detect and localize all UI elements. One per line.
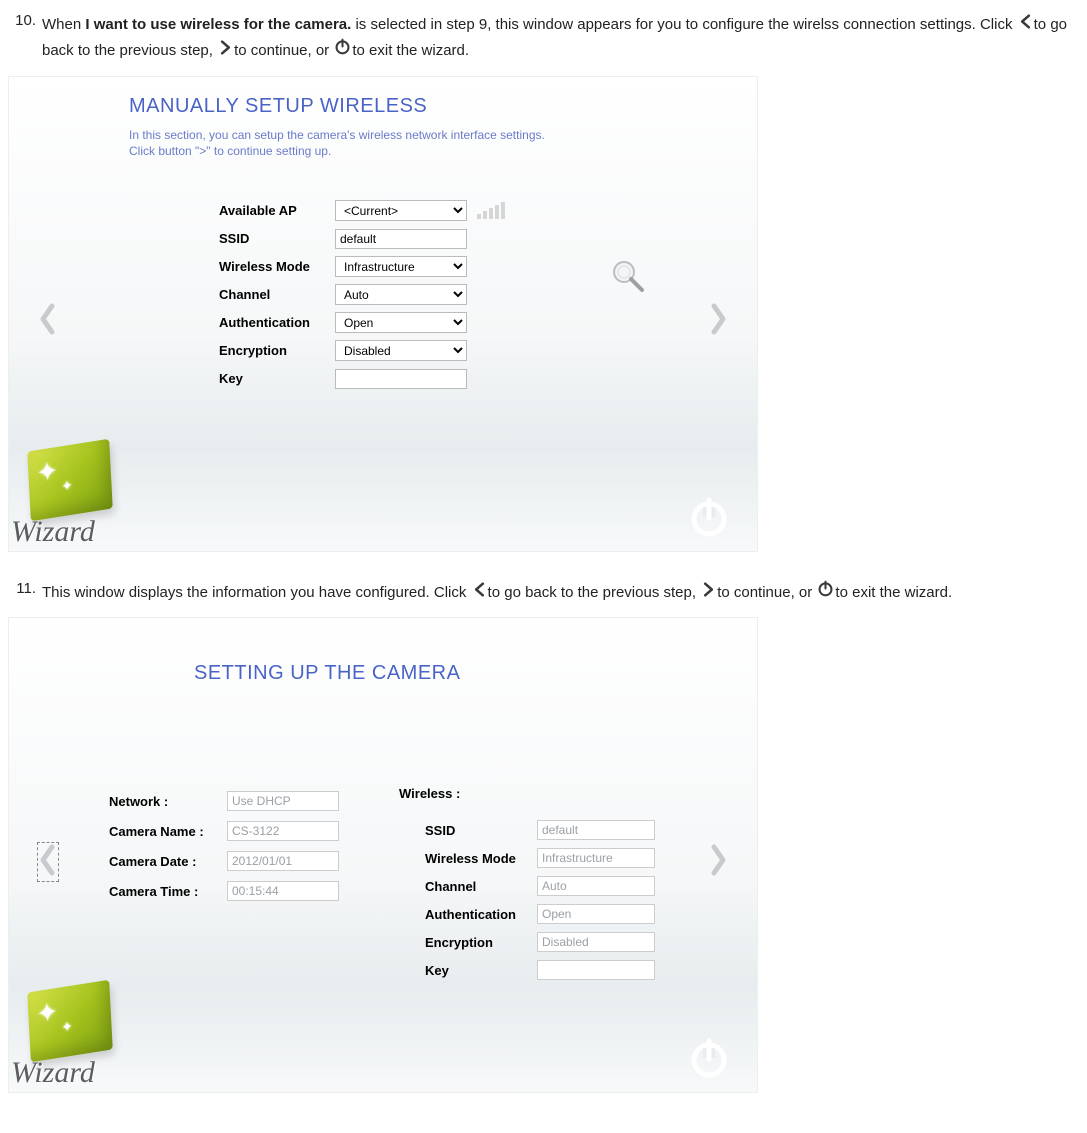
ssid-label: SSID — [219, 231, 335, 246]
chevron-left-icon — [472, 580, 487, 606]
magnifier-icon — [609, 284, 649, 301]
authentication-value — [537, 904, 655, 924]
summary-left-column: Network : Camera Name : Camera Date : Ca… — [109, 786, 339, 906]
wireless-mode-select[interactable]: Infrastructure — [335, 256, 467, 277]
ssid-value — [537, 820, 655, 840]
text: to exit the wizard. — [352, 42, 469, 59]
camera-time-value — [227, 881, 339, 901]
wizard-logo: ✦ ✦ Wizard — [11, 982, 139, 1092]
key-label: Key — [425, 963, 537, 978]
search-button[interactable] — [609, 257, 649, 297]
camera-date-value — [227, 851, 339, 871]
wireless-header: Wireless : — [399, 786, 655, 816]
encryption-select[interactable]: Disabled — [335, 340, 467, 361]
available-ap-select[interactable]: <Current> — [335, 200, 467, 221]
authentication-label: Authentication — [425, 907, 537, 922]
text: to continue, or — [717, 584, 816, 601]
wizard-description: In this section, you can setup the camer… — [129, 127, 549, 159]
encryption-value — [537, 932, 655, 952]
camera-date-label: Camera Date : — [109, 854, 227, 869]
star-icon: ✦ — [61, 1018, 74, 1037]
star-icon: ✦ — [36, 455, 59, 489]
exit-button[interactable] — [685, 491, 733, 539]
chevron-left-icon — [1018, 12, 1033, 38]
power-icon — [817, 580, 834, 606]
key-input[interactable] — [335, 369, 467, 389]
channel-label: Channel — [219, 287, 335, 302]
step-11-text: This window displays the information you… — [42, 580, 1079, 606]
channel-label: Channel — [425, 879, 537, 894]
step-10-text: When I want to use wireless for the came… — [42, 12, 1079, 64]
logo-box-icon: ✦ ✦ — [27, 438, 113, 520]
chevron-right-icon — [708, 843, 728, 881]
wizard-title: SETTING UP THE CAMERA — [194, 662, 460, 685]
text: to go back to the previous step, — [488, 584, 701, 601]
channel-value — [537, 876, 655, 896]
chevron-right-icon — [708, 302, 728, 340]
text: to exit the wizard. — [835, 584, 952, 601]
chevron-left-icon — [38, 302, 58, 340]
wireless-form: Available AP <Current> SSID Wireless Mod… — [219, 197, 505, 393]
wireless-mode-label: Wireless Mode — [425, 851, 537, 866]
wizard-title: MANUALLY SETUP WIRELESS — [129, 95, 427, 118]
logo-box-icon: ✦ ✦ — [27, 980, 113, 1062]
bold-option: I want to use wireless for the camera. — [85, 16, 351, 33]
star-icon: ✦ — [61, 476, 74, 495]
encryption-label: Encryption — [425, 935, 537, 950]
wireless-mode-label: Wireless Mode — [219, 259, 335, 274]
exit-button[interactable] — [685, 1032, 733, 1080]
wireless-mode-value — [537, 848, 655, 868]
camera-time-label: Camera Time : — [109, 884, 227, 899]
network-value — [227, 791, 339, 811]
star-icon: ✦ — [36, 996, 59, 1030]
wizard-logo: ✦ ✦ Wizard — [11, 441, 139, 551]
text: to continue, or — [234, 42, 333, 59]
encryption-label: Encryption — [219, 343, 335, 358]
power-icon — [334, 38, 351, 64]
text: When — [42, 16, 85, 33]
wizard-window-wireless: MANUALLY SETUP WIRELESS In this section,… — [8, 76, 758, 552]
logo-text: Wizard — [11, 1056, 95, 1090]
authentication-select[interactable]: Open — [335, 312, 467, 333]
camera-name-value — [227, 821, 339, 841]
previous-button[interactable] — [33, 838, 63, 886]
power-icon — [685, 1067, 733, 1084]
network-label: Network : — [109, 794, 227, 809]
channel-select[interactable]: Auto — [335, 284, 467, 305]
next-button[interactable] — [703, 297, 733, 345]
summary-right-column: Wireless : SSID Wireless Mode Channel Au… — [399, 786, 655, 984]
authentication-label: Authentication — [219, 315, 335, 330]
key-value — [537, 960, 655, 980]
camera-name-label: Camera Name : — [109, 824, 227, 839]
signal-strength-icon — [477, 203, 505, 219]
wizard-window-summary: SETTING UP THE CAMERA Network : Camera N… — [8, 617, 758, 1093]
text: This window displays the information you… — [42, 584, 471, 601]
previous-button[interactable] — [33, 297, 63, 345]
logo-text: Wizard — [11, 515, 95, 549]
step-number: 10. — [8, 12, 42, 29]
key-label: Key — [219, 371, 335, 386]
ssid-input[interactable] — [335, 229, 467, 249]
chevron-left-icon — [38, 843, 58, 881]
power-icon — [685, 526, 733, 543]
next-button[interactable] — [703, 838, 733, 886]
ssid-label: SSID — [425, 823, 537, 838]
available-ap-label: Available AP — [219, 203, 335, 218]
step-number: 11. — [8, 580, 42, 597]
chevron-right-icon — [701, 580, 716, 606]
text: is selected in step 9, this window appea… — [351, 16, 1016, 33]
chevron-right-icon — [218, 38, 233, 64]
